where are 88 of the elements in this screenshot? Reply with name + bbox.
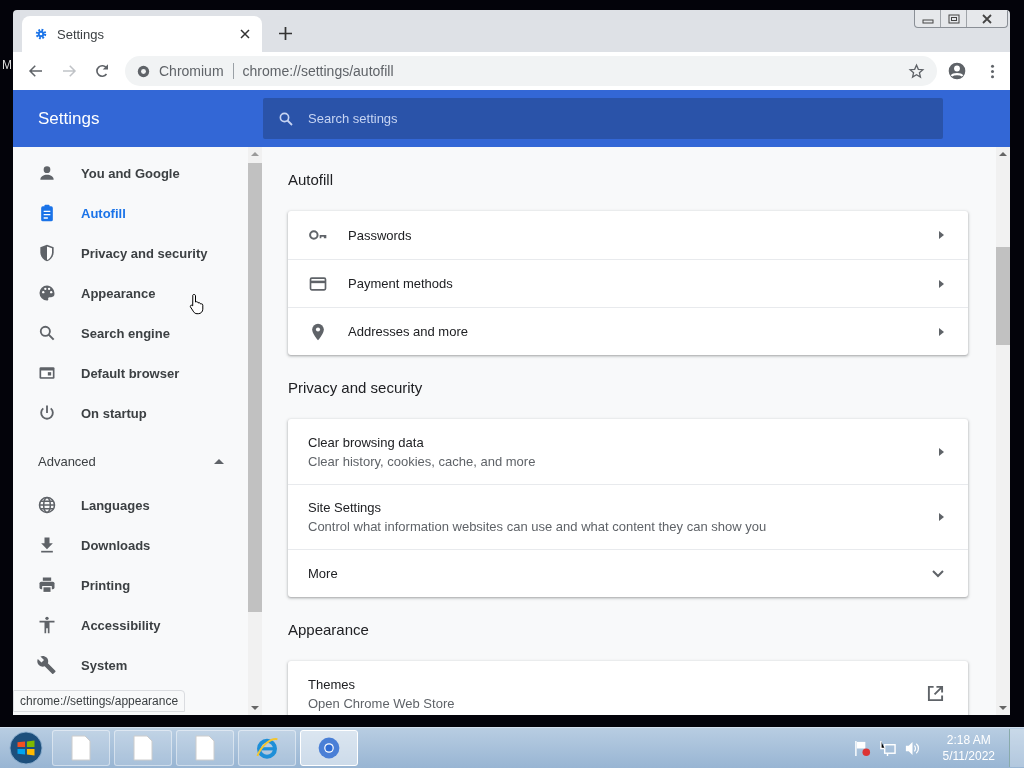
close-icon[interactable] xyxy=(240,29,250,39)
tab-title: Settings xyxy=(57,26,105,42)
sidebar-item[interactable]: You and Google xyxy=(13,153,248,193)
restore-icon xyxy=(947,13,960,24)
row-label: Addresses and more xyxy=(348,324,469,339)
shield-icon xyxy=(37,243,57,263)
scrollbar-thumb[interactable] xyxy=(248,163,262,612)
hand-cursor-icon xyxy=(189,293,205,315)
scrollbar[interactable] xyxy=(248,147,262,716)
power-icon xyxy=(37,403,57,423)
arrow-right-icon xyxy=(939,447,944,456)
settings-row[interactable]: Payment methods xyxy=(288,259,968,307)
sidebar-item[interactable]: Downloads xyxy=(13,525,248,565)
chromium-icon xyxy=(317,735,341,761)
scroll-up-icon[interactable] xyxy=(251,151,259,156)
row-description: Clear history, cookies, cache, and more xyxy=(308,453,537,469)
scroll-up-icon[interactable] xyxy=(999,151,1007,156)
section-title: Autofill xyxy=(288,170,335,190)
search-icon xyxy=(37,323,57,343)
settings-row[interactable]: Addresses and more xyxy=(288,307,968,355)
wrench-icon xyxy=(37,655,57,675)
advanced-toggle[interactable]: Advanced xyxy=(13,437,248,485)
settings-row[interactable]: Themes Open Chrome Web Store xyxy=(288,661,968,716)
person-icon xyxy=(37,163,57,183)
arrow-right-icon xyxy=(939,279,944,288)
sidebar-item[interactable]: Privacy and security xyxy=(13,233,248,273)
row-label: Payment methods xyxy=(348,276,454,291)
settings-row[interactable]: Clear browsing data Clear history, cookies, cache, and more xyxy=(288,419,968,484)
new-tab-icon[interactable] xyxy=(279,27,292,40)
sidebar-item[interactable]: Languages xyxy=(13,485,248,525)
settings-row[interactable]: More xyxy=(288,549,968,597)
row-description: Open Chrome Web Store xyxy=(308,695,456,711)
flag-icon[interactable] xyxy=(853,739,871,757)
document-icon xyxy=(69,735,93,761)
start-button[interactable] xyxy=(9,731,43,765)
scrollbar-thumb[interactable] xyxy=(996,247,1010,345)
palette-icon xyxy=(37,283,57,303)
sidebar-item[interactable]: Appearance xyxy=(13,273,248,313)
sidebar-item[interactable]: Accessibility xyxy=(13,605,248,645)
browser-tab[interactable]: Settings xyxy=(22,16,262,52)
sidebar-item[interactable]: Autofill xyxy=(13,193,248,233)
chevron-down-icon xyxy=(932,569,944,578)
sidebar-item[interactable]: Printing xyxy=(13,565,248,605)
scroll-down-icon[interactable] xyxy=(251,706,259,712)
sidebar-item[interactable]: Search engine xyxy=(13,313,248,353)
settings-row[interactable]: Site Settings Control what information websites can use and what content they can show you xyxy=(288,484,968,549)
accessibility-icon xyxy=(37,615,57,635)
close-icon xyxy=(981,13,993,24)
site-icon xyxy=(137,64,150,78)
status-bubble: chrome://settings/appearance xyxy=(13,690,186,713)
row-label: More xyxy=(308,566,339,581)
printer-icon xyxy=(37,575,57,595)
arrow-right-icon xyxy=(939,513,944,521)
scroll-down-icon[interactable] xyxy=(999,706,1007,712)
sidebar-item[interactable]: Default browser xyxy=(13,353,248,393)
document-icon xyxy=(193,735,217,761)
arrow-right-icon xyxy=(939,327,944,336)
arrow-right-icon xyxy=(939,231,944,239)
sidebar-item[interactable]: On startup xyxy=(13,393,248,433)
browser-e-icon xyxy=(255,735,279,761)
reload-icon[interactable] xyxy=(93,62,111,80)
row-label: Passwords xyxy=(348,227,413,243)
sidebar-item[interactable]: System xyxy=(13,645,248,685)
section-title: Privacy and security xyxy=(288,378,424,398)
row-label: Clear browsing data xyxy=(308,434,425,450)
site-name: Chromium xyxy=(159,63,224,79)
scrollbar[interactable] xyxy=(996,147,1010,716)
page-title: Settings xyxy=(37,108,101,129)
globe-icon xyxy=(37,495,57,515)
address-bar[interactable]: Chromium chrome://settings/autofill xyxy=(125,56,937,86)
external-link-icon xyxy=(927,685,944,702)
desktop-icon-label: M xyxy=(2,58,12,72)
section-title: Appearance xyxy=(288,620,370,640)
taskbar-button[interactable] xyxy=(300,730,358,766)
document-icon xyxy=(131,735,155,761)
back-icon[interactable] xyxy=(27,62,45,80)
profile-icon[interactable] xyxy=(947,61,967,81)
row-label: Themes xyxy=(308,676,356,692)
url-text: chrome://settings/autofill xyxy=(242,63,395,79)
menu-icon[interactable] xyxy=(990,63,995,79)
row-description: Control what information websites can use and what content they can show you xyxy=(308,519,768,534)
caret-icon xyxy=(214,458,224,464)
taskbar-button[interactable] xyxy=(238,730,296,766)
star-icon[interactable] xyxy=(908,62,925,80)
gear-icon xyxy=(34,27,48,41)
settings-row[interactable]: Passwords xyxy=(288,211,968,259)
network-icon[interactable] xyxy=(878,739,896,757)
row-label: Site Settings xyxy=(308,500,382,515)
